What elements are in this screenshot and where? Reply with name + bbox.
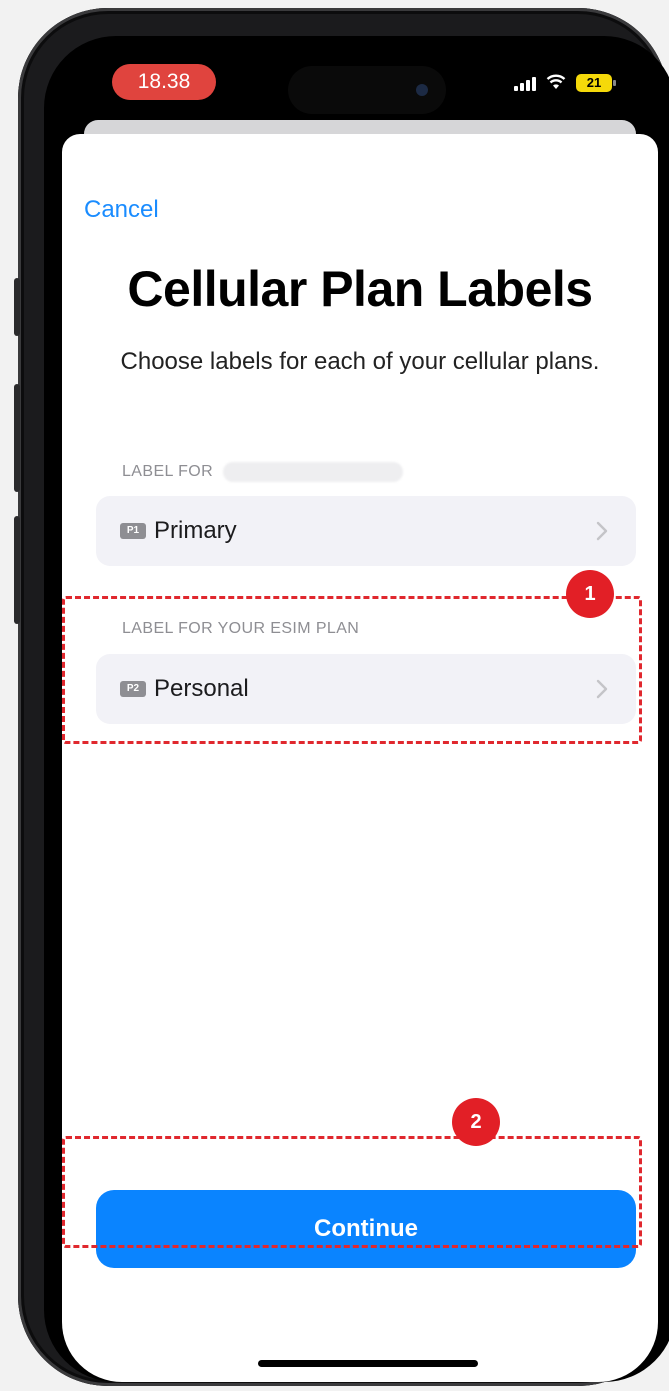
- mute-switch: [14, 278, 20, 336]
- cancel-button[interactable]: Cancel: [84, 196, 159, 224]
- wifi-icon: [546, 74, 566, 93]
- annotation-box-1: [62, 596, 642, 744]
- chevron-right-icon: [596, 521, 608, 541]
- battery-icon: 21: [576, 74, 616, 92]
- plan-row-primary[interactable]: P1 Primary: [96, 496, 636, 566]
- section-label-text: LABEL FOR: [122, 463, 214, 481]
- volume-down-button: [14, 516, 20, 624]
- page-subtitle: Choose labels for each of your cellular …: [120, 348, 600, 375]
- volume-up-button: [14, 384, 20, 492]
- annotation-marker-1: 1: [566, 570, 614, 618]
- camera-icon: [416, 84, 428, 96]
- status-time: 18.38: [112, 64, 216, 100]
- annotation-box-2: [62, 1136, 642, 1248]
- page-title: Cellular Plan Labels: [127, 261, 593, 317]
- home-indicator[interactable]: [258, 1360, 478, 1367]
- dynamic-island: [288, 66, 446, 114]
- section-label-primary: LABEL FOR: [122, 462, 404, 482]
- cellular-signal-icon: [514, 75, 536, 91]
- plan-label-primary: Primary: [154, 517, 237, 544]
- sim-card-icon: P1: [120, 523, 146, 539]
- redacted-number: [223, 462, 404, 482]
- annotation-marker-2: 2: [452, 1098, 500, 1146]
- status-indicators: 21: [514, 70, 616, 96]
